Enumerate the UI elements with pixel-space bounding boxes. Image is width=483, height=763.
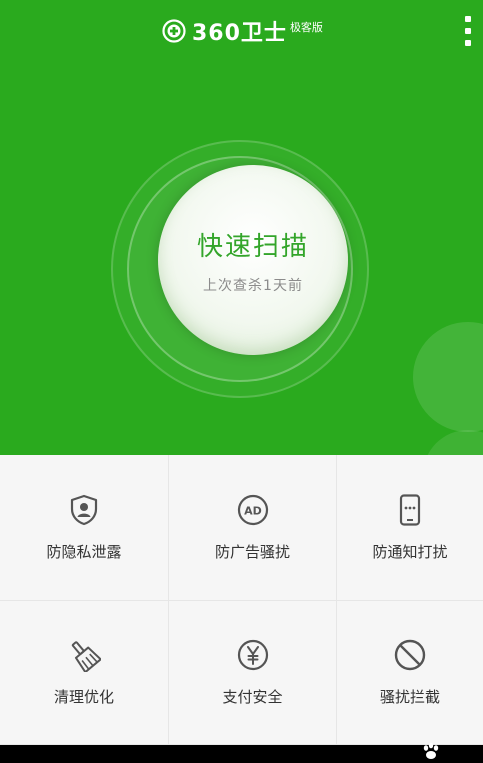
feature-label: 防隐私泄露: [46, 543, 122, 561]
block-icon: [394, 639, 426, 671]
feature-notification[interactable]: 防通知打扰: [337, 455, 483, 601]
feature-label: 防广告骚扰: [214, 543, 290, 561]
bottom-bar: [0, 742, 483, 763]
plus-circle-icon: [162, 19, 186, 43]
feature-payment[interactable]: 支付安全: [169, 601, 337, 745]
feature-harass-block[interactable]: 骚扰拦截: [337, 601, 483, 745]
feature-privacy[interactable]: 防隐私泄露: [0, 455, 169, 601]
svg-text:AD: AD: [244, 505, 262, 518]
feature-label: 支付安全: [222, 688, 283, 706]
scan-title: 快速扫描: [196, 231, 309, 262]
feature-grid: 防隐私泄露 AD 防广告骚扰 防通知打扰 清理优化 支付安全 骚扰拦截: [0, 455, 483, 745]
phone-notification-icon: [399, 494, 421, 526]
feature-label: 清理优化: [53, 688, 114, 706]
scan-subtitle: 上次查杀1天前: [203, 277, 303, 294]
brand: 360卫士 极客版: [162, 18, 323, 46]
ad-block-icon: AD: [237, 494, 268, 526]
feature-label: 防通知打扰: [372, 543, 448, 561]
yuan-icon: [237, 639, 268, 671]
broom-icon: [71, 641, 101, 672]
more-menu-button[interactable]: [462, 16, 474, 46]
top-bar: 360卫士 极客版: [0, 0, 483, 60]
more-vertical-icon: [465, 16, 471, 22]
feature-ad-block[interactable]: AD 防广告骚扰: [169, 455, 337, 601]
feature-label: 骚扰拦截: [379, 688, 440, 706]
shield-user-icon: [70, 494, 98, 526]
quick-scan-button[interactable]: 快速扫描 上次查杀1天前: [158, 165, 348, 355]
brand-name: 360卫士: [192, 21, 287, 46]
app-root: 360卫士 极客版 快速扫描 上次查杀1天前 防隐私泄露 AD 防广告骚扰 防通…: [0, 0, 483, 763]
hero-section: 360卫士 极客版 快速扫描 上次查杀1天前: [0, 0, 483, 455]
feature-cleanup[interactable]: 清理优化: [0, 601, 169, 745]
paw-icon: [423, 742, 439, 759]
brand-edition: 极客版: [289, 21, 323, 34]
